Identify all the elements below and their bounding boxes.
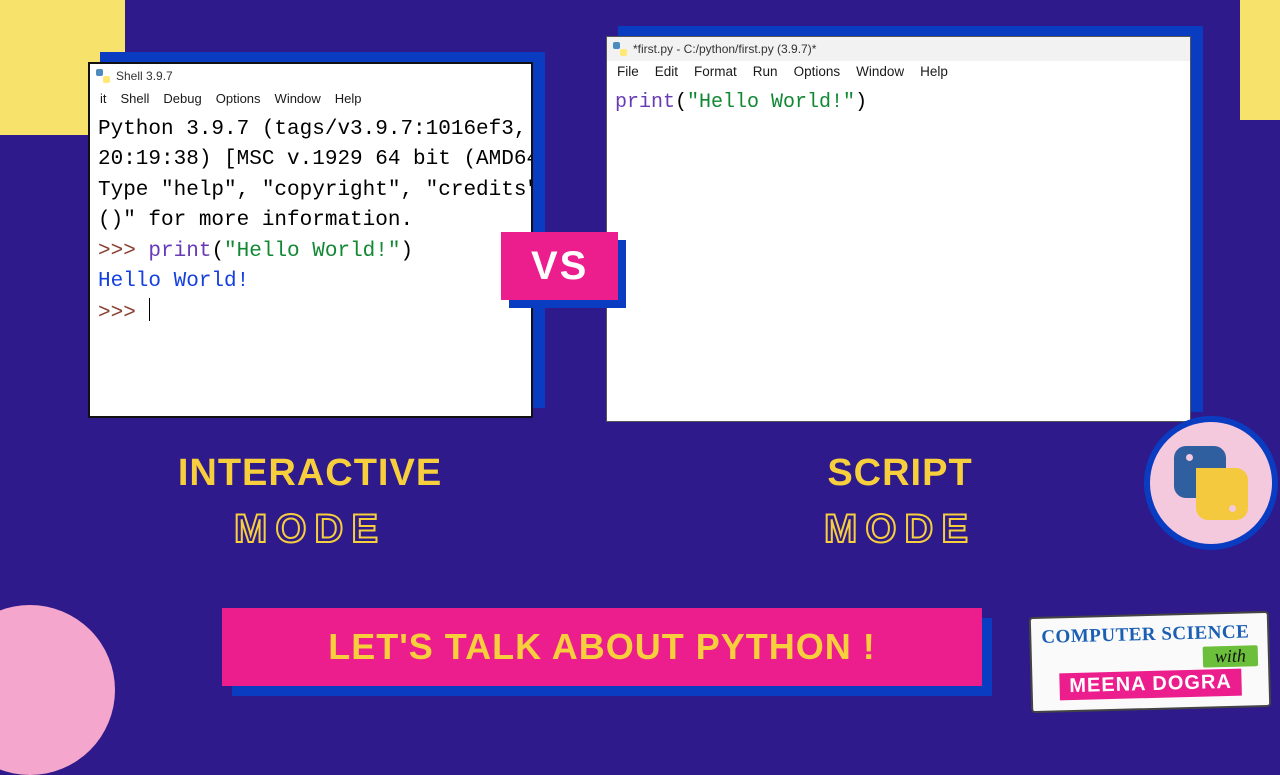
menu-item[interactable]: Format [694, 64, 737, 79]
code-string: "Hello World!" [687, 91, 855, 114]
credits-title: COMPUTER SCIENCE [1041, 621, 1258, 649]
python-icon [613, 42, 627, 56]
python-logo-icon [1174, 446, 1248, 520]
credits-card: COMPUTER SCIENCE with MEENA DOGRA [1029, 611, 1271, 713]
label-mode: MODE [130, 507, 490, 552]
editor-window: *first.py - C:/python/first.py (3.9.7)* … [606, 36, 1191, 422]
menu-item[interactable]: Edit [655, 64, 678, 79]
menu-item[interactable]: Run [753, 64, 778, 79]
menu-item[interactable]: Options [216, 91, 261, 106]
code-string: "Hello World!" [224, 240, 400, 263]
label-mode: MODE [760, 507, 1040, 552]
vs-badge: VS [501, 232, 618, 300]
shell-menubar: it Shell Debug Options Window Help [90, 88, 531, 111]
decor-pink-circle [0, 605, 115, 775]
menu-item[interactable]: Help [335, 91, 362, 106]
shell-banner: Python 3.9.7 (tags/v3.9.7:1016ef3, A [98, 118, 531, 141]
code-paren: ) [855, 91, 867, 114]
decor-yellow-top-right [1240, 0, 1280, 120]
code-paren: ( [211, 240, 224, 263]
shell-banner: ()" for more information. [98, 209, 413, 232]
vs-text: VS [531, 244, 588, 288]
editor-title: *first.py - C:/python/first.py (3.9.7)* [633, 42, 816, 56]
left-label: INTERACTIVE MODE [130, 452, 490, 552]
label-script: SCRIPT [760, 452, 1040, 495]
shell-prompt: >>> [98, 240, 148, 263]
menu-item[interactable]: Window [275, 91, 321, 106]
shell-banner: 20:19:38) [MSC v.1929 64 bit (AMD64) [98, 148, 531, 171]
menu-item[interactable]: it [100, 91, 107, 106]
menu-item[interactable]: Window [856, 64, 904, 79]
menu-item[interactable]: Options [794, 64, 841, 79]
code-fn: print [615, 91, 675, 114]
menu-item[interactable]: File [617, 64, 639, 79]
menu-item[interactable]: Debug [163, 91, 201, 106]
code-paren: ( [675, 91, 687, 114]
code-paren: ) [400, 240, 413, 263]
banner-text: LET'S TALK ABOUT PYTHON ! [328, 626, 876, 668]
shell-window: Shell 3.9.7 it Shell Debug Options Windo… [88, 62, 533, 418]
menu-item[interactable]: Shell [121, 91, 150, 106]
shell-result: Hello World! [98, 270, 249, 293]
bottom-banner: LET'S TALK ABOUT PYTHON ! [222, 608, 982, 686]
editor-code-area[interactable]: print("Hello World!") [607, 84, 1190, 121]
text-cursor [149, 298, 150, 321]
label-interactive: INTERACTIVE [130, 452, 490, 495]
credits-name: MEENA DOGRA [1059, 669, 1242, 701]
python-icon [96, 69, 110, 83]
shell-prompt: >>> [98, 302, 148, 325]
shell-titlebar: Shell 3.9.7 [90, 64, 531, 88]
menu-item[interactable]: Help [920, 64, 948, 79]
shell-banner: Type "help", "copyright", "credits" [98, 179, 531, 202]
credits-with: with [1203, 645, 1259, 667]
editor-titlebar: *first.py - C:/python/first.py (3.9.7)* [607, 37, 1190, 61]
shell-title: Shell 3.9.7 [116, 69, 173, 83]
code-fn: print [148, 240, 211, 263]
python-logo-badge [1144, 416, 1278, 550]
shell-output-area[interactable]: Python 3.9.7 (tags/v3.9.7:1016ef3, A 20:… [90, 111, 531, 333]
right-label: SCRIPT MODE [760, 452, 1040, 552]
editor-menubar: File Edit Format Run Options Window Help [607, 61, 1190, 84]
